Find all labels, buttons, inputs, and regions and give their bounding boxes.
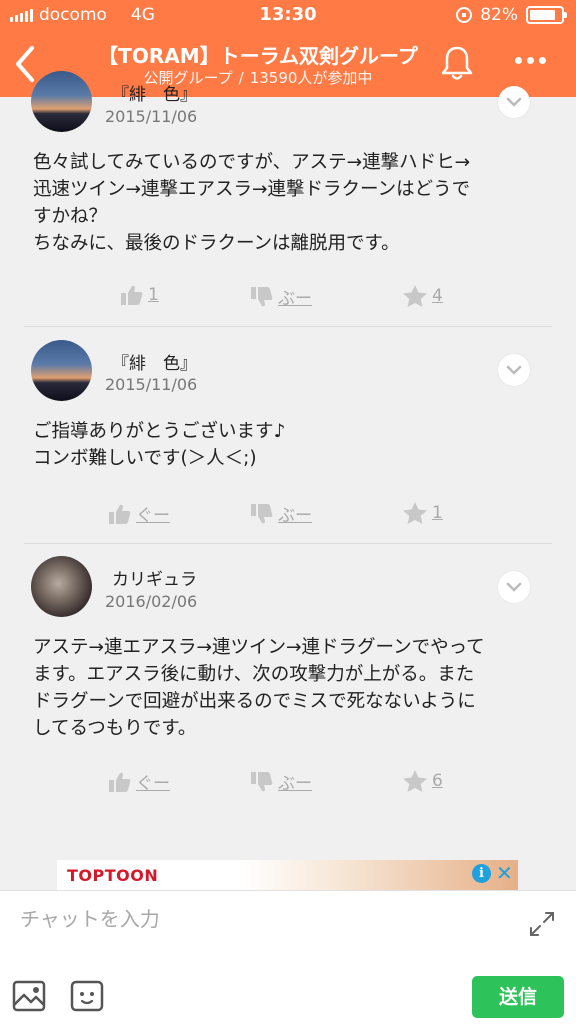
like-button[interactable]: ぐー bbox=[108, 769, 170, 794]
post-body: 色々試してみているのですが、アステ→連撃ハドヒ→ 迅速ツイン→連撃エアスラ→連撃… bbox=[33, 152, 471, 254]
post-actions: ぐー ぶー 6 bbox=[24, 769, 552, 795]
star-icon bbox=[403, 285, 427, 307]
star-button[interactable]: 1 bbox=[402, 501, 443, 525]
chat-input[interactable] bbox=[20, 901, 500, 937]
chevron-down-icon bbox=[506, 582, 522, 592]
like-label[interactable]: ぐー bbox=[136, 769, 170, 794]
star-count[interactable]: 6 bbox=[432, 771, 443, 791]
emoji-icon bbox=[70, 980, 104, 1012]
like-button[interactable]: 1 bbox=[120, 284, 159, 306]
dislike-button[interactable]: ぶー bbox=[250, 501, 312, 526]
like-label[interactable]: ぐー bbox=[136, 501, 170, 526]
avatar[interactable] bbox=[31, 556, 92, 617]
ad-brand-logo: TOPTOON bbox=[67, 866, 159, 885]
avatar[interactable] bbox=[31, 71, 92, 132]
thumbs-up-icon bbox=[109, 504, 131, 524]
author-name[interactable]: 『緋 色』 bbox=[112, 80, 197, 105]
post-menu-button[interactable] bbox=[498, 354, 530, 386]
star-button[interactable]: 4 bbox=[402, 284, 443, 308]
star-icon bbox=[403, 502, 427, 524]
ad-close-icon[interactable]: ✕ bbox=[496, 861, 513, 885]
dislike-button[interactable]: ぶー bbox=[250, 769, 312, 794]
thumbs-up-icon bbox=[121, 285, 143, 305]
post-body: アステ→連エアスラ→連ツイン→連ドラグーンでやって ます。エアスラ後に動け、次の… bbox=[33, 637, 485, 739]
chat-input-bar: 送信 bbox=[0, 890, 576, 1024]
thumbs-down-icon bbox=[251, 771, 273, 791]
star-count[interactable]: 4 bbox=[432, 286, 443, 306]
author-name[interactable]: カリギュラ bbox=[112, 565, 197, 590]
chevron-down-icon bbox=[506, 97, 522, 107]
dislike-label[interactable]: ぶー bbox=[278, 769, 312, 794]
sticker-button[interactable] bbox=[70, 980, 104, 1012]
expand-input-button[interactable] bbox=[528, 910, 556, 938]
thumbs-down-icon bbox=[251, 286, 273, 306]
expand-icon bbox=[530, 912, 554, 936]
star-count[interactable]: 1 bbox=[432, 503, 443, 523]
chevron-down-icon bbox=[506, 365, 522, 375]
thumbs-up-icon bbox=[109, 772, 131, 792]
post-date: 2016/02/06 bbox=[105, 592, 198, 611]
post-actions: ぐー ぶー 1 bbox=[24, 501, 552, 527]
dislike-label[interactable]: ぶー bbox=[278, 284, 312, 309]
avatar[interactable] bbox=[31, 340, 92, 401]
ad-banner[interactable]: TOPTOON i ✕ bbox=[57, 860, 518, 890]
dislike-label[interactable]: ぶー bbox=[278, 501, 312, 526]
post-menu-button[interactable] bbox=[498, 571, 530, 603]
post-1: 『緋 色』 2015/11/06 色々試してみているのですが、アステ→連撃ハドヒ… bbox=[24, 0, 552, 325]
post-2: 『緋 色』 2015/11/06 ご指導ありがとうございます♪ コンボ難しいです… bbox=[24, 327, 552, 543]
dislike-button[interactable]: ぶー bbox=[250, 284, 312, 309]
like-count[interactable]: 1 bbox=[148, 285, 159, 305]
thumbs-down-icon bbox=[251, 503, 273, 523]
image-button[interactable] bbox=[12, 980, 46, 1012]
ad-info-icon[interactable]: i bbox=[472, 864, 491, 883]
post-body: ご指導ありがとうございます♪ コンボ難しいです(＞人＜;) bbox=[33, 421, 286, 469]
post-menu-button[interactable] bbox=[498, 86, 530, 118]
author-name[interactable]: 『緋 色』 bbox=[112, 349, 197, 374]
post-date: 2015/11/06 bbox=[105, 375, 198, 394]
like-button[interactable]: ぐー bbox=[108, 501, 170, 526]
post-3: カリギュラ 2016/02/06 アステ→連エアスラ→連ツイン→連ドラグーンでや… bbox=[24, 544, 552, 814]
star-button[interactable]: 6 bbox=[402, 769, 443, 793]
star-icon bbox=[403, 770, 427, 792]
post-actions: 1 ぶー 4 bbox=[24, 284, 552, 310]
post-date: 2015/11/06 bbox=[105, 107, 198, 126]
image-icon bbox=[12, 980, 46, 1012]
send-button[interactable]: 送信 bbox=[472, 976, 564, 1018]
